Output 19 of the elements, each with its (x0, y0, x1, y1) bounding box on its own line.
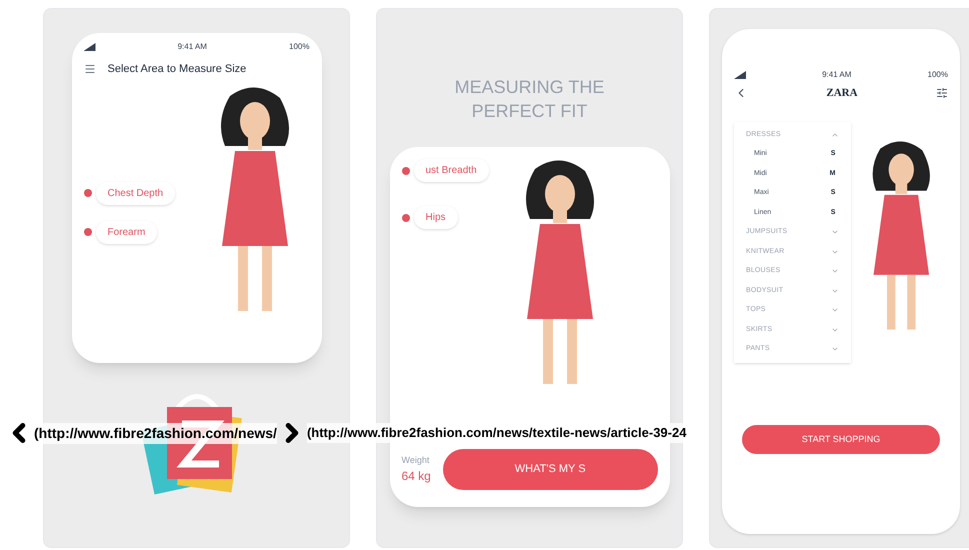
battery-level: 100% (928, 69, 948, 81)
weight-value: 64 kg (402, 468, 431, 485)
measure-chip[interactable]: Hips (414, 206, 458, 229)
measure-chip[interactable]: Chest Depth (96, 182, 176, 204)
weight-label: Weight (402, 454, 430, 467)
menu-icon[interactable] (84, 63, 96, 76)
measure-chip[interactable]: Forearm (96, 220, 158, 244)
source-link[interactable]: (http://www.fibre2fashion.com/news/textile-news/article-39-24 (306, 423, 686, 443)
battery-level: 100% (289, 41, 310, 53)
start-shopping-button[interactable]: START SHOPPING (742, 424, 940, 454)
measure-chip[interactable]: ust Breadth (414, 159, 489, 182)
status-time: 9:41 AM (822, 69, 852, 81)
status-time: 9:41 AM (178, 41, 207, 53)
screen-title: Select Area to Measure Size (108, 62, 246, 77)
size-button[interactable]: WHAT'S MY S (442, 449, 658, 490)
filter-icon[interactable] (936, 87, 948, 100)
source-link[interactable]: (http://www.fibre2fashion.com/news/ (34, 422, 277, 444)
promo-heading: MEASURING THE PERFECT FIT (454, 76, 606, 123)
brand-title: ZARA (826, 86, 858, 101)
